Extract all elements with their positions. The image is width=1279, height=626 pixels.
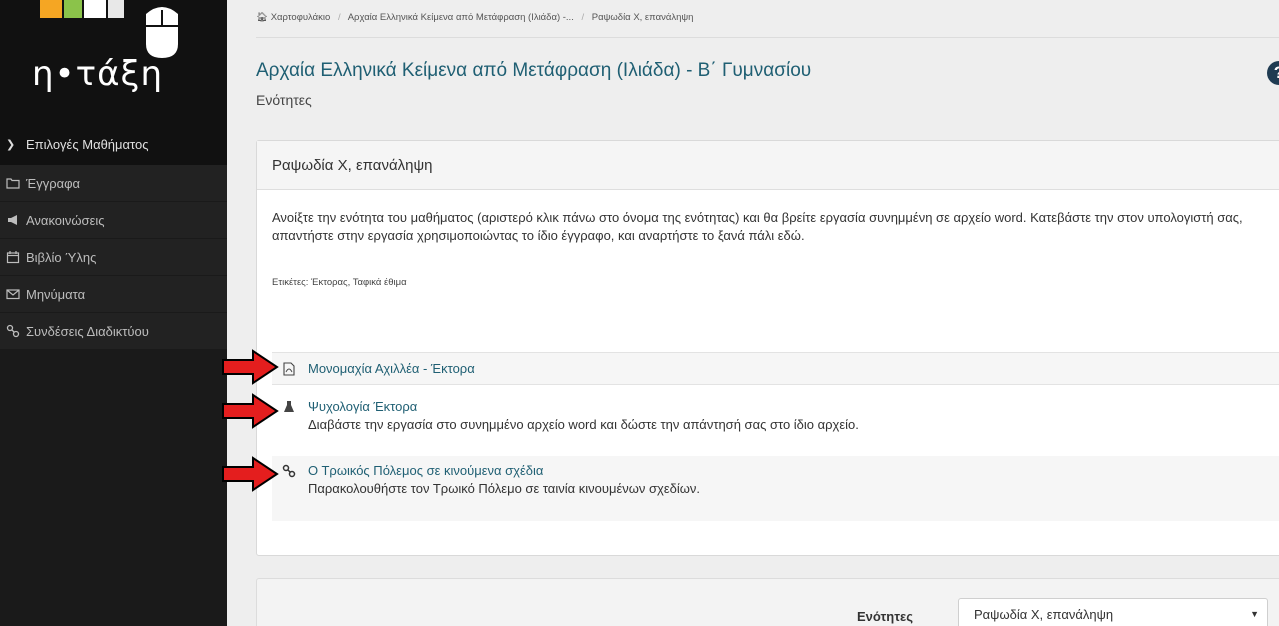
help-icon[interactable]: ? bbox=[1267, 61, 1279, 85]
resource-link[interactable]: Ψυχολογία Έκτορα bbox=[308, 398, 859, 416]
sidebar-item-label: Έγγραφα bbox=[26, 175, 81, 191]
section-select[interactable]: Ραψωδία Χ, επανάληψη ▼ bbox=[958, 598, 1268, 626]
pdf-icon bbox=[283, 361, 295, 376]
main-content: 🏠︎ Χαρτοφυλάκιο / Αρχαία Ελληνικά Κείμεν… bbox=[222, 0, 1279, 626]
megaphone-icon bbox=[8, 215, 17, 225]
page-subtitle: Ενότητες bbox=[256, 92, 312, 108]
caret-down-icon: ▼ bbox=[1250, 609, 1259, 619]
resource-item: Ο Τρωικός Πόλεμος σε κινούμενα σχέδια Πα… bbox=[272, 456, 1279, 521]
section-title: Ραψωδία Χ, επανάληψη bbox=[257, 141, 1279, 190]
breadcrumb-course[interactable]: Αρχαία Ελληνικά Κείμενα από Μετάφραση (Ι… bbox=[348, 12, 574, 23]
resource-link[interactable]: Μονομαχία Αχιλλέα - Έκτορα bbox=[308, 360, 475, 378]
resource-description: Παρακολουθήστε τον Τρωικό Πόλεμο σε ταιν… bbox=[308, 481, 701, 496]
sidebar-item-label: Μηνύματα bbox=[26, 286, 86, 302]
section-navigation: Ενότητες Ραψωδία Χ, επανάληψη ▼ bbox=[256, 578, 1279, 626]
sidebar-item-label: Βιβλίο Ύλης bbox=[26, 249, 97, 265]
section-panel: Ραψωδία Χ, επανάληψη Ανοίξτε την ενότητα… bbox=[256, 140, 1279, 556]
sidebar-item-label: Ανακοινώσεις bbox=[26, 212, 105, 228]
sidebar-item-messages[interactable]: Μηνύματα bbox=[0, 276, 227, 313]
section-description: Ανοίξτε την ενότητα του μαθήματος (αριστ… bbox=[272, 210, 1243, 243]
resource-item: Ψυχολογία Έκτορα Διαβάστε την εργασία στ… bbox=[272, 394, 1279, 439]
chevron-down-icon: ❯ bbox=[6, 138, 16, 151]
sidebar-item-web-links[interactable]: Συνδέσεις Διαδικτύου bbox=[0, 313, 227, 350]
breadcrumb: 🏠︎ Χαρτοφυλάκιο / Αρχαία Ελληνικά Κείμεν… bbox=[256, 12, 694, 23]
section-select-value: Ραψωδία Χ, επανάληψη bbox=[974, 606, 1114, 622]
sections-label: Ενότητες bbox=[857, 609, 913, 624]
breadcrumb-divider bbox=[256, 37, 1279, 38]
calendar-icon bbox=[6, 251, 20, 264]
home-icon: 🏠︎ bbox=[256, 12, 269, 23]
logo-text: η•τάξη bbox=[32, 54, 163, 94]
mouse-icon bbox=[146, 7, 178, 58]
page-title: Αρχαία Ελληνικά Κείμενα από Μετάφραση (Ι… bbox=[256, 60, 812, 81]
red-arrow-annotation bbox=[222, 393, 279, 429]
sidebar-item-syllabus[interactable]: Βιβλίο Ύλης bbox=[0, 239, 227, 276]
envelope-icon bbox=[6, 289, 20, 300]
red-arrow-annotation bbox=[222, 349, 279, 385]
course-options-header[interactable]: ❯ Επιλογές Μαθήματος bbox=[0, 123, 227, 165]
breadcrumb-home[interactable]: Χαρτοφυλάκιο bbox=[271, 12, 331, 23]
sidebar-item-documents[interactable]: Έγγραφα bbox=[0, 165, 227, 202]
folder-icon bbox=[6, 178, 20, 189]
red-arrow-annotation bbox=[222, 456, 279, 492]
sidebar-item-announcements[interactable]: Ανακοινώσεις bbox=[0, 202, 227, 239]
sidebar-menu: Έγγραφα Ανακοινώσεις Βιβλίο Ύλης Μηνύματ… bbox=[0, 165, 227, 350]
course-options-label: Επιλογές Μαθήματος bbox=[26, 136, 149, 152]
logo-blocks bbox=[40, 0, 140, 18]
resource-description: Διαβάστε την εργασία στο συνημμένο αρχεί… bbox=[308, 417, 859, 432]
resource-item: Μονομαχία Αχιλλέα - Έκτορα bbox=[272, 352, 1279, 385]
flask-icon bbox=[284, 401, 294, 412]
sidebar-item-label: Συνδέσεις Διαδικτύου bbox=[26, 323, 149, 339]
resource-link[interactable]: Ο Τρωικός Πόλεμος σε κινούμενα σχέδια bbox=[308, 462, 700, 480]
logo[interactable]: η•τάξη bbox=[0, 0, 227, 123]
link-icon bbox=[282, 464, 296, 478]
sidebar: η•τάξη ❯ Επιλογές Μαθήματος Έγγραφα Ανακ… bbox=[0, 0, 227, 626]
section-tags: Ετικέτες: Έκτορας, Ταφικά έθιμα bbox=[272, 277, 407, 288]
breadcrumb-current: Ραψωδία Χ, επανάληψη bbox=[591, 12, 694, 23]
link-icon bbox=[6, 324, 20, 338]
